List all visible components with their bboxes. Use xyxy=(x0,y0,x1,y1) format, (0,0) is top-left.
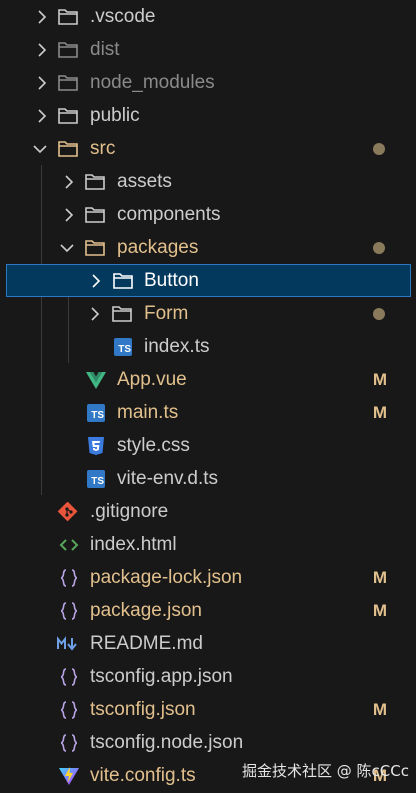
file-explorer: .vscode dist node_modules public src ass… xyxy=(0,0,416,793)
chevron-right-icon[interactable] xyxy=(35,108,49,123)
tree-item-label: index.ts xyxy=(144,336,210,357)
chevron-right-icon[interactable] xyxy=(88,306,102,321)
json-file-icon xyxy=(58,568,80,588)
folder-icon xyxy=(57,40,79,60)
folder-icon xyxy=(57,73,79,93)
tree-item-readme-md[interactable]: README.md xyxy=(0,627,416,660)
modified-badge: M xyxy=(372,402,387,422)
chevron-right-icon[interactable] xyxy=(62,207,76,222)
tree-item-main-ts[interactable]: TS main.ts M xyxy=(0,396,416,429)
tree-item-label: tsconfig.json xyxy=(90,699,196,720)
modified-dot-indicator xyxy=(373,307,385,320)
chevron-down-icon[interactable] xyxy=(60,241,74,255)
tree-item-components[interactable]: components xyxy=(0,198,416,231)
tree-item-label: package.json xyxy=(90,600,202,621)
tree-item-tsconfig-app-json[interactable]: tsconfig.app.json xyxy=(0,660,416,693)
tree-item-label: main.ts xyxy=(117,402,179,423)
modified-badge: M xyxy=(372,567,387,587)
tree-item-dist[interactable]: dist xyxy=(0,33,416,66)
tree-item-packages[interactable]: packages xyxy=(0,231,416,264)
tree-item-label: dist xyxy=(90,39,120,60)
tree-item-package-lock-json[interactable]: package-lock.json M xyxy=(0,561,416,594)
markdown-file-icon xyxy=(57,634,79,654)
tree-item-label: assets xyxy=(117,171,172,192)
chevron-right-icon[interactable] xyxy=(89,273,103,288)
folder-icon xyxy=(84,205,106,225)
tree-item-label: .gitignore xyxy=(90,501,169,522)
modified-badge: M xyxy=(372,699,387,719)
tree-item-public[interactable]: public xyxy=(0,99,416,132)
folder-icon xyxy=(57,106,79,126)
css-file-icon xyxy=(85,436,107,456)
tree-item-label: App.vue xyxy=(117,369,187,390)
folder-icon xyxy=(84,238,106,258)
folder-icon xyxy=(57,139,79,159)
tree-item-label: package-lock.json xyxy=(90,567,243,588)
tree-item-gitignore[interactable]: .gitignore xyxy=(0,495,416,528)
tree-item-label: tsconfig.node.json xyxy=(90,732,244,753)
tree-item-label: README.md xyxy=(90,633,203,654)
tree-item-label: packages xyxy=(117,237,199,258)
typescript-file-icon: TS xyxy=(112,337,134,357)
tree-item-index-ts[interactable]: TS index.ts xyxy=(0,330,416,363)
typescript-file-icon: TS xyxy=(85,469,107,489)
html-file-icon xyxy=(58,535,80,555)
folder-icon xyxy=(57,7,79,27)
tree-item-label: .vscode xyxy=(90,6,156,27)
typescript-file-icon: TS xyxy=(85,403,107,423)
tree-item-label: public xyxy=(90,105,140,126)
tree-item-label: index.html xyxy=(90,534,177,555)
chevron-right-icon[interactable] xyxy=(35,42,49,57)
tree-item-label: vite-env.d.ts xyxy=(117,468,219,489)
chevron-right-icon[interactable] xyxy=(35,75,49,90)
modified-dot-indicator xyxy=(373,142,385,155)
modified-badge: M xyxy=(372,600,387,620)
vite-file-icon xyxy=(58,766,80,786)
tree-item-label: node_modules xyxy=(90,72,215,93)
vue-file-icon xyxy=(85,370,107,390)
json-file-icon xyxy=(58,700,80,720)
chevron-down-icon[interactable] xyxy=(33,142,47,156)
modified-dot-indicator xyxy=(373,241,385,254)
folder-icon xyxy=(112,271,134,291)
tree-item-style-css[interactable]: style.css xyxy=(0,429,416,462)
chevron-right-icon[interactable] xyxy=(35,9,49,24)
watermark: 掘金技术社区 @ 陈cCCc xyxy=(242,762,409,780)
json-file-icon xyxy=(58,667,80,687)
tree-item-label: tsconfig.app.json xyxy=(90,666,233,687)
git-icon xyxy=(58,501,80,522)
tree-item-label: style.css xyxy=(117,435,190,456)
tree-item-tsconfig-node-json[interactable]: tsconfig.node.json xyxy=(0,726,416,759)
chevron-right-icon[interactable] xyxy=(62,174,76,189)
tree-item-label: vite.config.ts xyxy=(90,765,196,786)
tree-item-label: Button xyxy=(144,270,199,291)
tree-item-app-vue[interactable]: App.vue M xyxy=(0,363,416,396)
tree-item-index-html[interactable]: index.html xyxy=(0,528,416,561)
tree-item-package-json[interactable]: package.json M xyxy=(0,594,416,627)
json-file-icon xyxy=(58,601,80,621)
tree-item-tsconfig-json[interactable]: tsconfig.json M xyxy=(0,693,416,726)
tree-item-src[interactable]: src xyxy=(0,132,416,165)
tree-item-vite-env-d-ts[interactable]: TS vite-env.d.ts xyxy=(0,462,416,495)
modified-badge: M xyxy=(372,369,387,389)
tree-item-form-folder[interactable]: Form xyxy=(0,297,416,330)
tree-item-label: components xyxy=(117,204,221,225)
tree-item-label: Form xyxy=(144,303,189,324)
tree-item-assets[interactable]: assets xyxy=(0,165,416,198)
json-file-icon xyxy=(58,733,80,753)
tree-item-label: src xyxy=(90,138,116,159)
folder-icon xyxy=(111,304,133,324)
tree-item-node-modules[interactable]: node_modules xyxy=(0,66,416,99)
tree-item-button-folder[interactable]: Button xyxy=(6,264,411,297)
tree-item-vscode[interactable]: .vscode xyxy=(0,0,416,33)
folder-icon xyxy=(84,172,106,192)
